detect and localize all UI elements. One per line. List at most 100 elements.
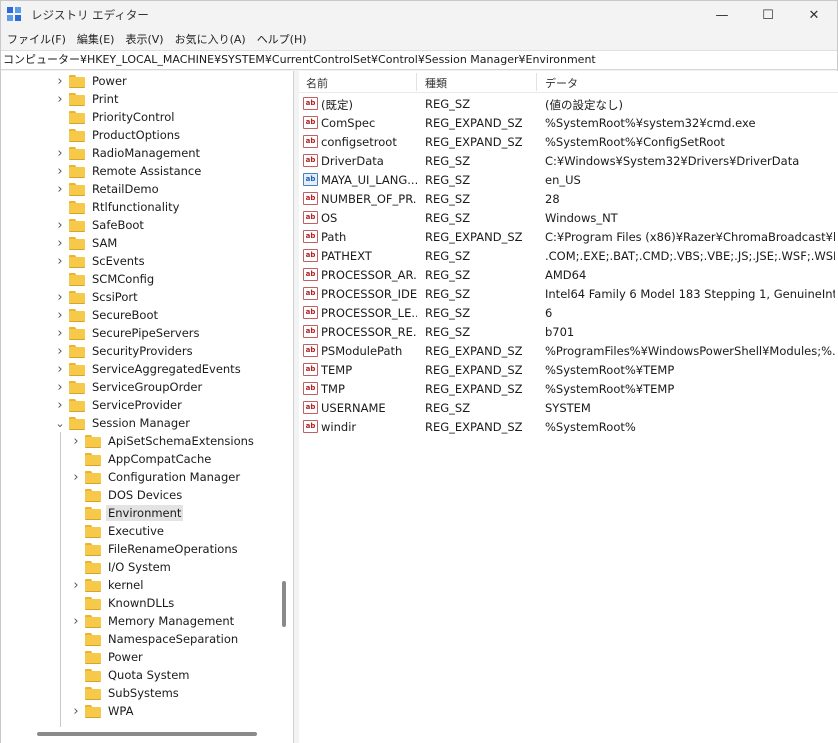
value-name: TMP xyxy=(321,382,345,396)
tree-item[interactable]: KnownDLLs xyxy=(71,594,176,612)
tree-item[interactable]: › Power xyxy=(55,72,129,90)
tree-item[interactable]: SubSystems xyxy=(71,684,181,702)
menu-file[interactable]: ファイル(F) xyxy=(3,31,70,47)
chevron-right-icon[interactable]: › xyxy=(55,182,65,197)
chevron-right-icon[interactable]: › xyxy=(71,578,81,593)
menu-help[interactable]: ヘルプ(H) xyxy=(253,31,311,47)
chevron-right-icon[interactable]: › xyxy=(71,434,81,449)
tree-item[interactable]: › ServiceGroupOrder xyxy=(55,378,204,396)
chevron-right-icon[interactable]: › xyxy=(71,704,81,719)
minimize-button[interactable]: — xyxy=(699,1,745,29)
column-header-data[interactable]: データ xyxy=(545,75,578,91)
tree-item[interactable]: Executive xyxy=(71,522,166,540)
tree-item[interactable]: DOS Devices xyxy=(71,486,184,504)
value-row[interactable]: ab PSModulePath REG_EXPAND_SZ %ProgramFiles… xyxy=(299,342,838,361)
tree-item[interactable]: › kernel xyxy=(71,576,145,594)
value-row[interactable]: ab (既定) REG_SZ (値の設定なし) xyxy=(299,95,838,114)
value-row[interactable]: ab PATHEXT REG_SZ .COM;.EXE;.BAT;.CMD;.VBS;… xyxy=(299,247,838,266)
tree-item[interactable]: SCMConfig xyxy=(55,270,156,288)
value-row[interactable]: ab TMP REG_EXPAND_SZ %SystemRoot%¥TEMP xyxy=(299,380,838,399)
tree-item[interactable]: NamespaceSeparation xyxy=(71,630,240,648)
tree-item[interactable]: › Memory Management xyxy=(71,612,236,630)
tree-item[interactable]: FileRenameOperations xyxy=(71,540,240,558)
chevron-right-icon[interactable]: › xyxy=(55,146,65,161)
chevron-right-icon[interactable]: › xyxy=(71,470,81,485)
tree-item[interactable]: › SafeBoot xyxy=(55,216,146,234)
chevron-right-icon[interactable]: › xyxy=(55,236,65,251)
value-row[interactable]: ab configsetroot REG_EXPAND_SZ %SystemRoot%… xyxy=(299,133,838,152)
values-list-pane[interactable]: 名前 種類 データ ab (既定) REG_SZ (値の設定なし) ab ComSpec R… xyxy=(299,71,838,743)
close-button[interactable]: ✕ xyxy=(791,1,837,29)
column-header-name[interactable]: 名前 xyxy=(306,75,328,91)
tree-item[interactable]: › ServiceAggregatedEvents xyxy=(55,360,243,378)
tree-item[interactable]: › ScEvents xyxy=(55,252,147,270)
key-tree-pane[interactable]: › Power › Print PriorityControl ProductOption… xyxy=(1,71,294,743)
menu-view[interactable]: 表示(V) xyxy=(121,31,167,47)
chevron-right-icon[interactable]: › xyxy=(55,218,65,233)
chevron-right-icon[interactable]: › xyxy=(55,344,65,359)
value-row[interactable]: ab OS REG_SZ Windows_NT xyxy=(299,209,838,228)
tree-item[interactable]: › SecurityProviders xyxy=(55,342,195,360)
tree-item[interactable]: › WPA xyxy=(71,702,135,720)
chevron-right-icon[interactable]: › xyxy=(55,362,65,377)
chevron-right-icon[interactable]: › xyxy=(55,308,65,323)
tree-item[interactable]: AppCompatCache xyxy=(71,450,213,468)
tree-item[interactable]: ProductOptions xyxy=(55,126,182,144)
tree-item-label: Quota System xyxy=(108,668,190,682)
value-row[interactable]: ab NUMBER_OF_PR... REG_SZ 28 xyxy=(299,190,838,209)
tree-horizontal-scroll-thumb[interactable] xyxy=(37,732,257,736)
value-row[interactable]: ab TEMP REG_EXPAND_SZ %SystemRoot%¥TEMP xyxy=(299,361,838,380)
tree-item[interactable]: › RadioManagement xyxy=(55,144,202,162)
column-header-type[interactable]: 種類 xyxy=(425,75,447,91)
tree-item[interactable]: I/O System xyxy=(71,558,173,576)
chevron-right-icon[interactable]: › xyxy=(71,614,81,629)
tree-item[interactable]: › ScsiPort xyxy=(55,288,140,306)
title-bar[interactable]: レジストリ エディター — ☐ ✕ xyxy=(1,1,837,29)
tree-vertical-scroll-thumb[interactable] xyxy=(282,581,286,627)
value-row[interactable]: ab PROCESSOR_AR... REG_SZ AMD64 xyxy=(299,266,838,285)
tree-item[interactable]: › ServiceProvider xyxy=(55,396,184,414)
chevron-right-icon[interactable]: › xyxy=(55,398,65,413)
string-value-icon: ab xyxy=(303,116,318,129)
chevron-right-icon[interactable]: › xyxy=(55,92,65,107)
chevron-right-icon[interactable]: › xyxy=(55,290,65,305)
tree-item[interactable]: › Configuration Manager xyxy=(71,468,242,486)
value-row[interactable]: ab PROCESSOR_RE... REG_SZ b701 xyxy=(299,323,838,342)
tree-item[interactable]: Power xyxy=(71,648,145,666)
value-row[interactable]: ab ComSpec REG_EXPAND_SZ %SystemRoot%¥syste… xyxy=(299,114,838,133)
address-bar[interactable]: コンピューター¥HKEY_LOCAL_MACHINE¥SYSTEM¥Curren… xyxy=(1,50,837,70)
maximize-button[interactable]: ☐ xyxy=(745,1,791,29)
tree-item[interactable]: › Print xyxy=(55,90,120,108)
chevron-right-icon[interactable]: › xyxy=(55,326,65,341)
column-divider[interactable] xyxy=(416,73,417,91)
tree-item[interactable]: › SecureBoot xyxy=(55,306,160,324)
value-row[interactable]: ab Path REG_EXPAND_SZ C:¥Program Files (x86… xyxy=(299,228,838,247)
column-divider[interactable] xyxy=(536,73,537,91)
chevron-right-icon[interactable]: › xyxy=(55,254,65,269)
value-row[interactable]: ab windir REG_EXPAND_SZ %SystemRoot% xyxy=(299,418,838,437)
value-row[interactable]: ab USERNAME REG_SZ SYSTEM xyxy=(299,399,838,418)
tree-item[interactable]: › SAM xyxy=(55,234,119,252)
value-type: REG_SZ xyxy=(425,97,471,111)
value-row[interactable]: ab MAYA_UI_LANG... REG_SZ en_US xyxy=(299,171,838,190)
tree-item[interactable]: Environment xyxy=(71,504,184,522)
value-type: REG_SZ xyxy=(425,287,471,301)
menu-edit[interactable]: 編集(E) xyxy=(73,31,119,47)
tree-item[interactable]: › ApiSetSchemaExtensions xyxy=(71,432,256,450)
chevron-down-icon[interactable]: ⌄ xyxy=(55,417,65,430)
tree-item[interactable]: PriorityControl xyxy=(55,108,177,126)
chevron-right-icon[interactable]: › xyxy=(55,380,65,395)
tree-item[interactable]: › SecurePipeServers xyxy=(55,324,202,342)
value-row[interactable]: ab PROCESSOR_LE... REG_SZ 6 xyxy=(299,304,838,323)
tree-item[interactable]: Quota System xyxy=(71,666,191,684)
tree-item[interactable]: ⌄ Session Manager xyxy=(55,414,192,432)
tree-item[interactable]: Rtlfunctionality xyxy=(55,198,181,216)
menu-favorites[interactable]: お気に入り(A) xyxy=(171,31,250,47)
value-row[interactable]: abPROCESSOR_IDE... REG_SZ Intel64 Family 6… xyxy=(299,285,838,304)
tree-item[interactable]: › Remote Assistance xyxy=(55,162,203,180)
tree-item[interactable]: › RetailDemo xyxy=(55,180,161,198)
chevron-right-icon[interactable]: › xyxy=(55,164,65,179)
chevron-right-icon[interactable]: › xyxy=(55,74,65,89)
value-row[interactable]: ab DriverData REG_SZ C:¥Windows¥System32¥Dr… xyxy=(299,152,838,171)
